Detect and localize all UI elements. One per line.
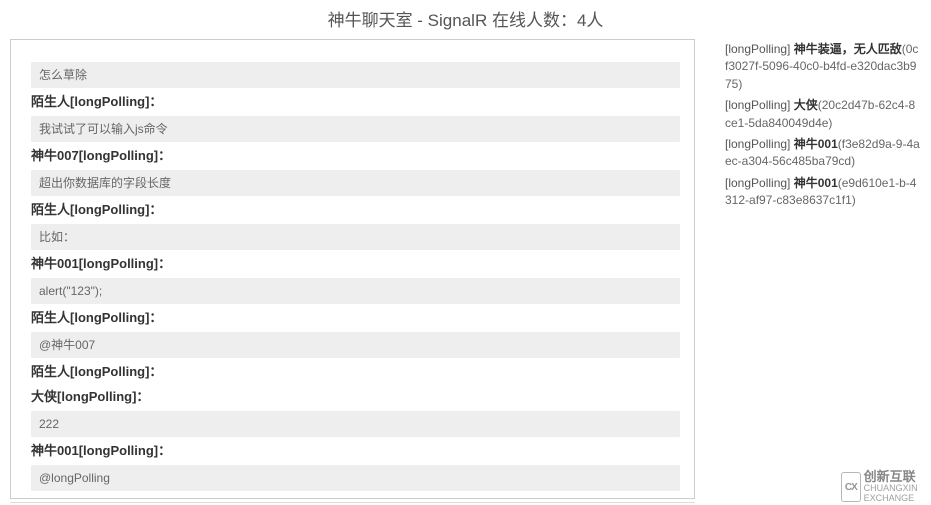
message-bubble: 怎么草除 [31,62,680,88]
user-item: [longPolling] 神牛装逼，无人匹敌(0cf3027f-5096-40… [725,41,921,93]
message-bubble: @神牛007 [31,332,680,358]
watermark-en: CHUANGXIN EXCHANGE [864,484,931,504]
message-author: 陌生人[longPolling]： [31,307,680,326]
message-block: @longPolling [31,465,680,491]
message-bubble: 超出你数据库的字段长度 [31,170,680,196]
watermark-cn: 创新互联 [864,470,931,484]
message-author: 神牛007[longPolling]： [31,145,680,164]
chat-area[interactable]: 怎么草除陌生人[longPolling]： 我试试了可以输入js命令神牛007[l… [10,39,695,499]
message-bubble: 我试试了可以输入js命令 [31,116,680,142]
page-title: 神牛聊天室 - SignalR 在线人数：4人 [0,0,931,39]
message-block: 比如： 神牛001[longPolling]： [31,224,680,272]
message-block: 怎么草除陌生人[longPolling]： [31,62,680,110]
message-block: @神牛007 陌生人[longPolling]： [31,332,680,380]
message-block: 我试试了可以输入js命令神牛007[longPolling]： [31,116,680,164]
message-author: 陌生人[longPolling]： [31,199,680,218]
main-container: 怎么草除陌生人[longPolling]： 我试试了可以输入js命令神牛007[l… [0,39,931,499]
watermark-icon: CX [841,472,861,502]
user-name: 大侠 [790,98,817,112]
user-name: 神牛001 [790,176,837,190]
user-transport: [longPolling] [725,176,790,190]
message-block: 大侠[longPolling]： [31,386,680,405]
message-bubble: @longPolling [31,465,680,491]
message-author: 神牛001[longPolling]： [31,440,680,459]
message-bubble: 222 [31,411,680,437]
message-block: 222 神牛001[longPolling]： [31,411,680,459]
user-transport: [longPolling] [725,98,790,112]
user-transport: [longPolling] [725,42,790,56]
user-name: 神牛装逼，无人匹敌 [790,42,901,56]
user-list: [longPolling] 神牛装逼，无人匹敌(0cf3027f-5096-40… [725,39,921,499]
message-bubble: alert("123"); [31,278,680,304]
user-transport: [longPolling] [725,137,790,151]
message-author: 陌生人[longPolling]： [31,361,680,380]
watermark-logo: CX 创新互联 CHUANGXIN EXCHANGE [841,469,931,505]
message-author: 大侠[longPolling]： [31,386,680,405]
message-author: 神牛001[longPolling]： [31,253,680,272]
user-item: [longPolling] 神牛001(e9d610e1-b-4312-af97… [725,175,921,210]
message-bubble: 比如： [31,224,680,250]
message-block: 超出你数据库的字段长度陌生人[longPolling]： [31,170,680,218]
user-item: [longPolling] 大侠(20c2d47b-62c4-8ce1-5da8… [725,97,921,132]
message-block: alert("123"); 陌生人[longPolling]： [31,278,680,326]
user-name: 神牛001 [790,137,837,151]
message-author: 陌生人[longPolling]： [31,91,680,110]
user-item: [longPolling] 神牛001(f3e82d9a-9-4aec-a304… [725,136,921,171]
bottom-divider [10,502,695,504]
